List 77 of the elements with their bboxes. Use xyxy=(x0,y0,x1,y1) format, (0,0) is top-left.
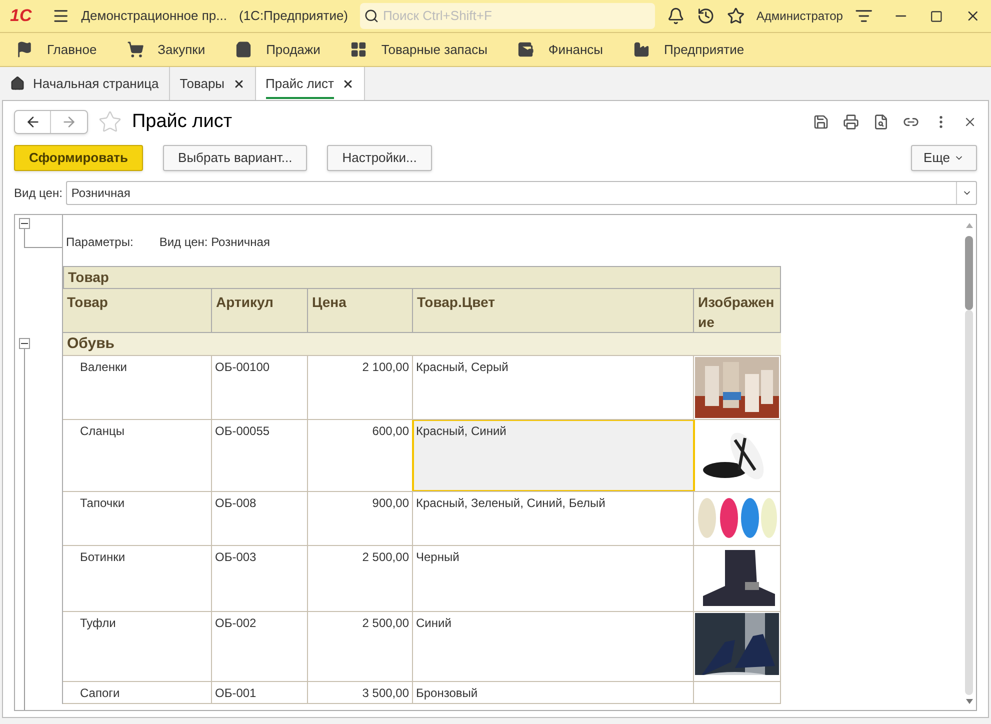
section-item[interactable]: Товарные запасы xyxy=(350,40,488,60)
column-header: Товар xyxy=(63,289,212,333)
cart-icon xyxy=(126,41,144,58)
collapse-icon[interactable] xyxy=(19,338,30,349)
app-name: (1С:Предприятие) xyxy=(239,7,348,26)
table-cell[interactable]: Черный xyxy=(413,546,694,611)
table-cell[interactable]: Красный, Зеленый, Синий, Белый xyxy=(413,492,694,545)
grid-icon xyxy=(350,41,368,58)
table-cell[interactable]: Синий xyxy=(413,612,694,681)
table-cell: 2 500,00 xyxy=(308,612,413,681)
column-header: Изображение xyxy=(694,289,781,333)
action-button[interactable]: Сформировать xyxy=(14,145,144,171)
bell-icon[interactable] xyxy=(667,7,685,25)
star-icon[interactable] xyxy=(726,7,744,25)
table-cell[interactable]: Красный, Серый xyxy=(413,356,694,419)
params-value: Вид цен: Розничная xyxy=(159,234,270,251)
action-button[interactable]: Настройки... xyxy=(327,145,432,171)
column-header: Цена xyxy=(308,289,413,333)
scroll-down-icon[interactable] xyxy=(966,699,972,704)
table-cell: ОБ-001 xyxy=(212,682,308,703)
table-cell: 3 500,00 xyxy=(308,682,413,703)
print-icon[interactable] xyxy=(843,114,859,130)
star-icon[interactable] xyxy=(98,110,122,134)
column-header: Артикул xyxy=(212,289,308,333)
section-item[interactable]: Продажи xyxy=(235,40,320,60)
save-icon[interactable] xyxy=(813,114,829,130)
table-cell: Ботинки xyxy=(63,546,212,611)
search-input[interactable]: Поиск Ctrl+Shift+F xyxy=(382,6,652,26)
maximize-icon[interactable] xyxy=(930,10,944,22)
menu-icon[interactable] xyxy=(52,7,70,25)
group-header: Товар xyxy=(63,266,781,289)
collapse-icon[interactable] xyxy=(19,218,30,229)
section-item[interactable]: Закупки xyxy=(126,40,206,60)
table-cell: Тапочки xyxy=(63,492,212,545)
window-title: Демонстрационное пр... xyxy=(81,7,227,26)
price-type-field[interactable]: Розничная xyxy=(66,181,977,205)
action-button[interactable]: Выбрать вариант... xyxy=(163,145,308,171)
form-title: Прайс лист xyxy=(132,110,232,134)
close-icon[interactable] xyxy=(963,115,977,129)
close-icon[interactable] xyxy=(232,78,245,90)
more-button[interactable]: Еще xyxy=(910,145,977,171)
table-cell: Валенки xyxy=(63,356,212,419)
table-cell[interactable]: Красный, Синий xyxy=(413,420,694,491)
table-cell: 2 500,00 xyxy=(308,546,413,611)
scroll-thumb[interactable] xyxy=(965,236,973,310)
table-cell: ОБ-00100 xyxy=(212,356,308,419)
flag-icon xyxy=(16,41,33,58)
table-cell: Туфли xyxy=(63,612,212,681)
home-icon xyxy=(10,76,25,91)
params-label: Параметры: xyxy=(66,234,134,251)
search-field[interactable]: Поиск Ctrl+Shift+F xyxy=(360,3,656,29)
filter-icon[interactable] xyxy=(854,7,873,25)
wallet-icon xyxy=(517,41,534,58)
table-cell: ОБ-003 xyxy=(212,546,308,611)
table-cell: ОБ-00055 xyxy=(212,420,308,491)
group-row: Обувь xyxy=(63,333,781,356)
table-cell: 900,00 xyxy=(308,492,413,545)
table-cell: Сланцы xyxy=(63,420,212,491)
table-cell: 2 100,00 xyxy=(308,356,413,419)
table-cell: ОБ-008 xyxy=(212,492,308,545)
table-cell: ОБ-002 xyxy=(212,612,308,681)
section-item[interactable]: Главное xyxy=(16,40,97,60)
search-icon xyxy=(364,8,379,24)
field-label: Вид цен: xyxy=(14,185,62,202)
tab[interactable]: Прайс лист xyxy=(256,67,366,100)
section-item[interactable]: Предприятие xyxy=(633,40,744,60)
section-item[interactable]: Финансы xyxy=(517,40,603,60)
preview-icon[interactable] xyxy=(873,114,889,130)
table-cell[interactable]: Бронзовый xyxy=(413,682,694,703)
logo: 1С xyxy=(10,5,33,28)
close-icon[interactable] xyxy=(342,78,354,90)
column-header: Товар.Цвет xyxy=(413,289,694,333)
history-icon[interactable] xyxy=(697,7,715,25)
user-name[interactable]: Администратор xyxy=(756,7,843,25)
factory-icon xyxy=(633,41,650,58)
arrow-right-icon xyxy=(61,114,77,130)
table-cell: Сапоги xyxy=(63,682,212,703)
